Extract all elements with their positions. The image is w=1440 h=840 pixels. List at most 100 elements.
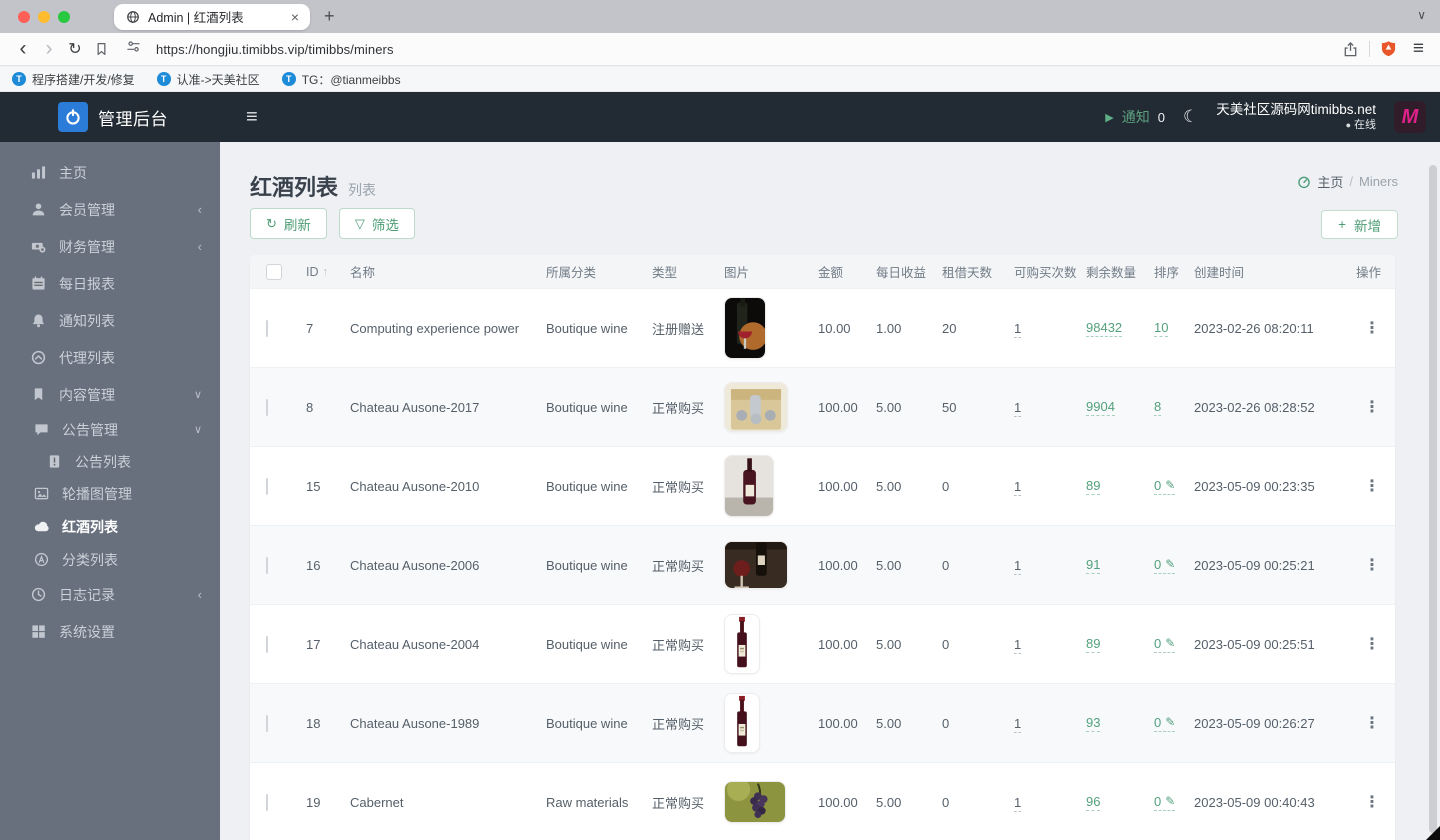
product-thumbnail bbox=[724, 693, 760, 753]
cell-created: 2023-05-09 00:26:27 bbox=[1194, 715, 1315, 731]
sidebar-item-label: 会员管理 bbox=[59, 201, 115, 218]
row-actions-kebab-icon[interactable]: ⋮ bbox=[1356, 476, 1380, 496]
sidebar-item-user[interactable]: 会员管理 ‹ bbox=[0, 191, 220, 228]
tab-close-icon[interactable]: × bbox=[288, 9, 302, 25]
remain-editable-link[interactable]: 89 bbox=[1086, 478, 1101, 495]
forward-button[interactable]: › bbox=[36, 38, 62, 59]
new-tab-button[interactable]: + bbox=[324, 6, 335, 27]
bookmark-favicon: T bbox=[12, 72, 26, 86]
row-checkbox[interactable] bbox=[266, 556, 268, 574]
notifications-button[interactable]: ▶ 通知 0 bbox=[1105, 107, 1165, 127]
sidebar-item-agent[interactable]: 代理列表 bbox=[0, 339, 220, 376]
sidebar-item-cloud[interactable]: 红酒列表 bbox=[0, 510, 220, 543]
table-card: ID ↑ 名称 所属分类 类型 图片 金额 每日收益 租借天数 可购买次数 剩余数… bbox=[250, 255, 1395, 840]
tab-search-chevron-icon[interactable]: ∨ bbox=[1417, 8, 1426, 22]
sort-editable-link[interactable]: 10 bbox=[1154, 320, 1169, 337]
cell-daily: 1.00 bbox=[876, 320, 902, 336]
times-editable-link[interactable]: 1 bbox=[1014, 636, 1022, 654]
row-actions-kebab-icon[interactable]: ⋮ bbox=[1356, 792, 1380, 812]
sort-editable-link[interactable]: 0 ✎ bbox=[1154, 557, 1176, 574]
row-checkbox[interactable] bbox=[266, 714, 268, 732]
url-bar[interactable]: https://hongjiu.timibbs.vip/timibbs/mine… bbox=[156, 42, 394, 57]
browser-menu-icon[interactable]: ≡ bbox=[1413, 38, 1424, 60]
remain-editable-link[interactable]: 9904 bbox=[1086, 399, 1115, 416]
dark-mode-moon-icon[interactable]: ☾ bbox=[1183, 107, 1198, 127]
filter-button[interactable]: ▽ 筛选 bbox=[338, 208, 415, 239]
times-editable-link[interactable]: 1 bbox=[1014, 399, 1022, 417]
page-scrollbar[interactable] bbox=[1429, 165, 1437, 833]
sidebar-item-flag[interactable]: 公告列表 bbox=[0, 446, 220, 477]
select-all-checkbox[interactable] bbox=[266, 263, 282, 280]
times-editable-link[interactable]: 1 bbox=[1014, 557, 1022, 575]
cell-image bbox=[724, 693, 818, 753]
sort-editable-link[interactable]: 0 ✎ bbox=[1154, 478, 1176, 495]
window-minimize-button[interactable] bbox=[38, 10, 50, 23]
toolbar-buttons: ↻ 刷新 ▽ 筛选 bbox=[250, 208, 415, 239]
row-actions-kebab-icon[interactable]: ⋮ bbox=[1356, 555, 1380, 575]
times-editable-link[interactable]: 1 bbox=[1014, 794, 1022, 812]
cell-type: 注册赠送 bbox=[652, 321, 705, 337]
sort-editable-link[interactable]: 0 ✎ bbox=[1154, 794, 1176, 811]
sidebar-toggle-icon[interactable]: ≡ bbox=[246, 106, 258, 129]
share-icon[interactable] bbox=[1342, 41, 1359, 58]
sidebar-item-chart[interactable]: 主页 bbox=[0, 154, 220, 191]
sidebar-item-clock[interactable]: 日志记录 ‹ bbox=[0, 576, 220, 613]
brand[interactable]: 管理后台 bbox=[0, 102, 220, 132]
brave-shield-icon[interactable] bbox=[1380, 40, 1397, 58]
sidebar-item-category[interactable]: 分类列表 bbox=[0, 543, 220, 576]
back-button[interactable]: ‹ bbox=[10, 38, 36, 59]
row-checkbox[interactable] bbox=[266, 793, 268, 811]
sidebar-item-finance[interactable]: 财务管理 ‹ bbox=[0, 228, 220, 265]
row-actions-kebab-icon[interactable]: ⋮ bbox=[1356, 713, 1380, 733]
bookmark-item[interactable]: T TG：@tianmeibbs bbox=[281, 71, 401, 88]
brand-title: 管理后台 bbox=[98, 109, 168, 129]
bookmark-flag-icon[interactable] bbox=[88, 41, 114, 57]
notice-count: 0 bbox=[1157, 109, 1165, 125]
cell-category: Boutique wine bbox=[546, 399, 628, 415]
reload-button[interactable]: ↻ bbox=[62, 39, 88, 59]
header-id[interactable]: ID ↑ bbox=[306, 265, 350, 279]
window-zoom-button[interactable] bbox=[58, 10, 70, 23]
header-sort: 排序 bbox=[1154, 266, 1180, 280]
times-editable-link[interactable]: 1 bbox=[1014, 320, 1022, 338]
row-actions-kebab-icon[interactable]: ⋮ bbox=[1356, 397, 1380, 417]
browser-tab[interactable]: Admin | 红酒列表 × bbox=[114, 3, 310, 30]
bookmark-item[interactable]: T 认准->天美社区 bbox=[156, 71, 260, 88]
breadcrumb-home-link[interactable]: 主页 bbox=[1317, 172, 1343, 191]
remain-editable-link[interactable]: 89 bbox=[1086, 636, 1101, 653]
add-button[interactable]: + 新增 bbox=[1321, 210, 1398, 239]
row-checkbox[interactable] bbox=[266, 635, 268, 653]
sort-editable-link[interactable]: 0 ✎ bbox=[1154, 715, 1176, 732]
pencil-icon: ✎ bbox=[1165, 557, 1176, 571]
cell-daily: 5.00 bbox=[876, 478, 902, 494]
row-checkbox[interactable] bbox=[266, 398, 268, 416]
browser-tab-strip: Admin | 红酒列表 × + ∨ bbox=[0, 0, 1440, 33]
sidebar-item-image[interactable]: 轮播图管理 bbox=[0, 477, 220, 510]
remain-editable-link[interactable]: 93 bbox=[1086, 715, 1101, 732]
sort-editable-link[interactable]: 8 bbox=[1154, 399, 1162, 416]
times-editable-link[interactable]: 1 bbox=[1014, 478, 1022, 496]
row-checkbox-cell bbox=[266, 556, 306, 574]
sidebar-item-calendar[interactable]: 每日报表 bbox=[0, 265, 220, 302]
sidebar-item-comment[interactable]: 公告管理 ∨ bbox=[0, 413, 220, 446]
row-checkbox[interactable] bbox=[266, 319, 268, 337]
avatar[interactable]: M bbox=[1394, 101, 1426, 133]
row-actions-kebab-icon[interactable]: ⋮ bbox=[1356, 318, 1380, 338]
remain-editable-link[interactable]: 91 bbox=[1086, 557, 1101, 574]
sidebar-item-grid[interactable]: 系统设置 bbox=[0, 613, 220, 650]
refresh-button[interactable]: ↻ 刷新 bbox=[250, 208, 327, 239]
sidebar-item-label: 公告管理 bbox=[62, 421, 118, 438]
row-actions-kebab-icon[interactable]: ⋮ bbox=[1356, 634, 1380, 654]
row-checkbox[interactable] bbox=[266, 477, 268, 495]
chart-icon bbox=[30, 165, 46, 181]
bookmark-icon bbox=[30, 387, 46, 403]
bookmark-item[interactable]: T 程序搭建/开发/修复 bbox=[12, 71, 135, 88]
remain-editable-link[interactable]: 96 bbox=[1086, 794, 1101, 811]
remain-editable-link[interactable]: 98432 bbox=[1086, 320, 1123, 337]
times-editable-link[interactable]: 1 bbox=[1014, 715, 1022, 733]
window-close-button[interactable] bbox=[18, 10, 30, 23]
sort-editable-link[interactable]: 0 ✎ bbox=[1154, 636, 1176, 653]
site-settings-icon[interactable] bbox=[120, 39, 146, 59]
sidebar-item-bell[interactable]: 通知列表 bbox=[0, 302, 220, 339]
sidebar-item-bookmark[interactable]: 内容管理 ∨ bbox=[0, 376, 220, 413]
